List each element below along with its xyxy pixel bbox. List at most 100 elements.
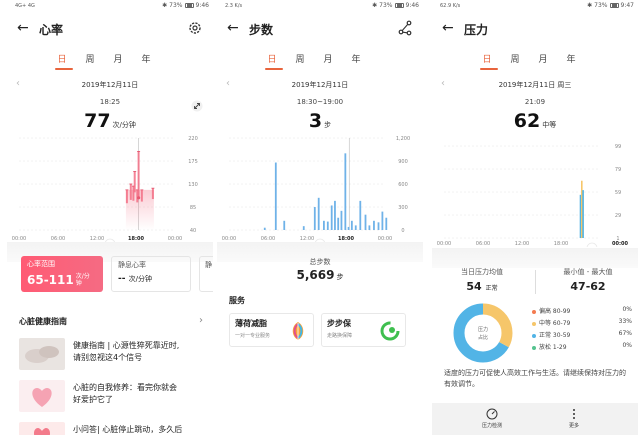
- period-tabs: 日 周 月 年: [55, 52, 153, 73]
- article-thumbnail-hands: [19, 338, 65, 370]
- total-steps-unit: 步: [336, 273, 344, 281]
- partial-card-label: 静: [205, 261, 212, 269]
- steps-bar: [368, 225, 371, 230]
- legend-pct: 67%: [618, 330, 632, 337]
- legend-pct: 33%: [618, 318, 632, 325]
- cursor-handle[interactable]: [586, 242, 598, 254]
- y-tick-label: 1,200: [396, 136, 410, 142]
- legend-row-medium: 中等 60-79 33%: [532, 318, 632, 330]
- steps-chart-svg: 1,200900600300000:00 06:00 12:00 18:00 00:00: [222, 136, 410, 250]
- article-item[interactable]: 小问答| 心脏停止跳动，多久后: [19, 422, 205, 435]
- service-card-step-insurance[interactable]: 步步保 走路换保障: [321, 313, 406, 347]
- steps-bar: [337, 217, 340, 230]
- share-nodes-icon[interactable]: [397, 20, 413, 36]
- bottom-action-bar: 压力检测 更多: [432, 403, 638, 435]
- date-label: 2019年12月11日: [291, 81, 349, 89]
- period-tabs: 日 周 月 年: [480, 52, 578, 73]
- step-insurance-logo-icon: [380, 321, 400, 341]
- min-max-stat: 最小值 - 最大值 47-62: [538, 267, 638, 293]
- tab-day[interactable]: 日: [265, 52, 279, 73]
- clock: 9:46: [195, 2, 209, 9]
- battery-icon: [184, 3, 194, 8]
- tab-day[interactable]: 日: [480, 52, 494, 73]
- rest-label: 静息心率: [118, 261, 146, 269]
- stress-value: 62: [513, 110, 541, 132]
- y-tick-label: 600: [398, 182, 408, 188]
- bluetooth-icon: ✱: [372, 2, 378, 9]
- steps-bar: [340, 210, 343, 230]
- steps-bar: [377, 222, 380, 230]
- page-title: 步数: [249, 23, 274, 37]
- back-arrow-icon[interactable]: ←: [442, 20, 454, 36]
- steps-bar: [323, 220, 325, 230]
- daily-average-stat: 当日压力均值 54 正常: [432, 267, 532, 293]
- steps-value: 3: [308, 110, 323, 132]
- y-tick-label: 130: [188, 182, 198, 188]
- expand-icon[interactable]: [191, 100, 203, 112]
- page-title: 心率: [39, 23, 64, 37]
- steps-bar: [302, 226, 305, 230]
- tab-month[interactable]: 月: [321, 52, 335, 73]
- total-steps-value: 5,669: [296, 268, 335, 282]
- tab-year[interactable]: 年: [564, 52, 578, 73]
- steps-bar: [317, 197, 320, 230]
- heart-rate-range-card[interactable]: 心率范围 65-111 次/分钟: [21, 256, 103, 292]
- app-header: ← 步数: [217, 18, 423, 40]
- article-line: 健康指南 | 心源性猝死靠近时,: [73, 341, 180, 350]
- legend-dot: [532, 345, 536, 350]
- y-tick-label: 40: [190, 228, 196, 234]
- tab-week[interactable]: 周: [508, 52, 522, 73]
- tab-week[interactable]: 周: [293, 52, 307, 73]
- y-tick-label: 85: [190, 205, 196, 211]
- tab-month[interactable]: 月: [111, 52, 125, 73]
- back-arrow-icon[interactable]: ←: [17, 20, 29, 36]
- y-tick-label: 79: [615, 167, 621, 173]
- more-button[interactable]: 更多: [544, 408, 604, 429]
- service-card-mint-diet[interactable]: 薄荷减脂 一对一专业服务: [229, 313, 314, 347]
- current-value: 77 次/分钟: [7, 110, 213, 132]
- steps-bar: [373, 220, 375, 230]
- guide-more-chevron-icon[interactable]: ›: [199, 315, 203, 326]
- current-value: 3步: [217, 110, 423, 132]
- stress-test-button[interactable]: 压力检测: [462, 408, 522, 429]
- divider: [535, 270, 536, 294]
- resting-heart-rate-card[interactable]: 静息心率 -- 次/分钟: [111, 256, 191, 292]
- tab-month[interactable]: 月: [536, 52, 550, 73]
- gauge-icon: [486, 408, 498, 420]
- battery-text: 73%: [169, 2, 183, 9]
- tab-day[interactable]: 日: [55, 52, 69, 73]
- tab-year[interactable]: 年: [139, 52, 153, 73]
- date-label: 2019年12月11日 周三: [498, 81, 572, 89]
- y-tick-label: 220: [188, 136, 198, 142]
- signal-text: 62.9 K/s: [440, 3, 461, 9]
- heart-rate-unit: 次/分钟: [112, 121, 136, 129]
- partial-card[interactable]: 静: [199, 256, 213, 292]
- steps-bar: [350, 220, 353, 230]
- battery-text: 73%: [594, 2, 608, 9]
- article-item[interactable]: 心脏的自我修养：看完你就会 好爱护它了: [19, 380, 205, 414]
- stress-screen: 62.9 K/s ✱ 73% 9:47 ← 压力 日 周 月 年 ‹ 2019年…: [432, 0, 638, 435]
- minmax-value: 47-62: [570, 280, 606, 293]
- app-header: ← 心率: [7, 18, 213, 40]
- tab-week[interactable]: 周: [83, 52, 97, 73]
- steps-bar: [263, 227, 266, 230]
- clock: 9:46: [405, 2, 419, 9]
- period-tabs: 日 周 月 年: [265, 52, 363, 73]
- clock: 9:47: [620, 2, 634, 9]
- selected-time: 21:09: [524, 98, 546, 106]
- legend-row-high: 偏高 80-99 0%: [532, 306, 632, 318]
- tab-year[interactable]: 年: [349, 52, 363, 73]
- bluetooth-icon: ✱: [587, 2, 593, 9]
- article-item[interactable]: 健康指南 | 心源性猝死靠近时, 请别忽视这4个信号: [19, 338, 205, 372]
- x-tick-label: 12:00: [515, 241, 529, 247]
- legend-pct: 0%: [622, 342, 632, 349]
- app-header: ← 压力: [432, 18, 638, 40]
- steps-bar: [359, 200, 362, 230]
- range-unit-line1: 次/分: [75, 273, 90, 280]
- legend-dot: [532, 309, 536, 314]
- steps-bar: [364, 214, 367, 230]
- settings-gear-icon[interactable]: [187, 20, 203, 36]
- y-tick-label: 300: [398, 205, 408, 211]
- y-tick-label: 99: [615, 144, 621, 150]
- back-arrow-icon[interactable]: ←: [227, 20, 239, 36]
